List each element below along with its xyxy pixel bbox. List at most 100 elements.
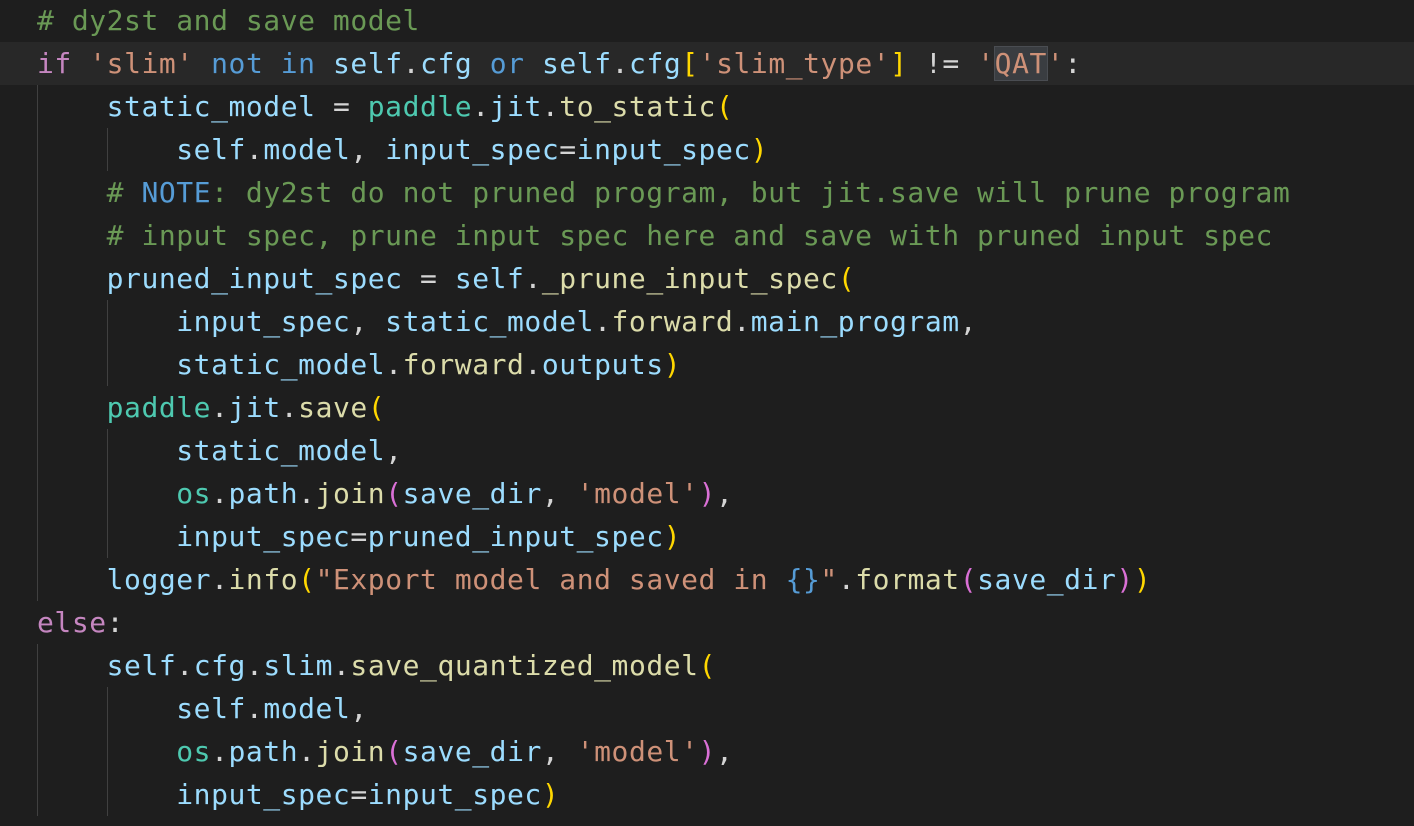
code-line[interactable]: if 'slim' not in self.cfg or self.cfg['s… — [0, 42, 1414, 85]
code-token: self — [176, 133, 246, 166]
code-line[interactable]: os.path.join(save_dir, 'model'), — [0, 730, 1414, 773]
code-token: # dy2st and save model — [37, 4, 420, 37]
code-token: ( — [715, 90, 734, 123]
code-token: join — [315, 477, 386, 510]
code-token: save — [298, 391, 368, 424]
code-token: = — [402, 262, 455, 295]
code-token: , — [541, 477, 577, 510]
code-line[interactable]: pruned_input_spec = self._prune_input_sp… — [0, 257, 1414, 300]
code-line[interactable]: # dy2st and save model — [0, 0, 1414, 42]
code-token: . — [524, 262, 542, 295]
code-token: to_static — [559, 90, 716, 123]
code-line[interactable]: static_model.forward.outputs) — [0, 343, 1414, 386]
code-token: ( — [959, 563, 978, 596]
code-token: static_model — [176, 434, 386, 467]
code-token: if — [37, 47, 72, 80]
code-token: , — [716, 477, 734, 510]
code-token: [ — [681, 47, 699, 80]
code-token: ( — [385, 735, 403, 768]
code-line[interactable]: # NOTE: dy2st do not pruned program, but… — [0, 171, 1414, 214]
code-token: ] — [890, 47, 908, 80]
code-token: {} — [785, 563, 821, 596]
code-token: != — [907, 47, 978, 80]
code-token: self — [541, 47, 612, 80]
code-token: pruned_input_spec — [367, 520, 664, 553]
code-token: = — [350, 520, 368, 553]
code-line[interactable]: else: — [0, 601, 1414, 644]
code-token: . — [385, 348, 403, 381]
code-token: . — [245, 692, 264, 725]
code-line[interactable]: input_spec=pruned_input_spec) — [0, 515, 1414, 558]
code-line[interactable]: # input spec, prune input spec here and … — [0, 214, 1414, 257]
code-token: ) — [1116, 563, 1134, 596]
code-token: static_model — [385, 305, 595, 338]
code-line[interactable]: self.model, input_spec=input_spec) — [0, 128, 1414, 171]
code-token: slim — [263, 649, 333, 682]
code-token: cfg — [193, 649, 246, 682]
code-token: model — [263, 692, 351, 725]
code-token: ' — [1046, 47, 1065, 80]
code-token: ' — [977, 47, 995, 80]
code-token: ) — [750, 133, 769, 166]
code-line[interactable]: static_model, — [0, 429, 1414, 472]
code-token: # — [106, 176, 142, 209]
code-token: . — [594, 305, 612, 338]
code-token: main_program — [750, 305, 960, 338]
code-token: or — [489, 47, 525, 80]
code-token: . — [524, 348, 542, 381]
code-token: cfg — [629, 47, 682, 80]
code-token: . — [472, 90, 490, 123]
code-token: " — [820, 563, 838, 596]
code-line[interactable]: self.model, — [0, 687, 1414, 730]
code-token: NOTE — [141, 176, 212, 209]
code-token: = — [315, 90, 368, 123]
code-token: self — [176, 692, 246, 725]
code-token: . — [211, 735, 229, 768]
code-editor[interactable]: # dy2st and save model if ' slim ' not in s… — [0, 0, 1414, 826]
code-token: , — [350, 692, 368, 725]
code-line[interactable]: os.path.join(save_dir, 'model'), — [0, 472, 1414, 515]
code-line[interactable]: static_model = paddle.jit.to_static( — [0, 85, 1414, 128]
code-token: ( — [367, 391, 386, 424]
code-line[interactable]: self.cfg.slim.save_quantized_model( — [0, 644, 1414, 687]
code-line[interactable]: input_spec=input_spec) — [0, 773, 1414, 816]
code-line[interactable]: paddle.jit.save( — [0, 386, 1414, 429]
code-line[interactable]: logger.info("Export model and saved in {… — [0, 558, 1414, 601]
code-token: save_quantized_model — [350, 649, 699, 682]
code-token: : — [1064, 47, 1082, 80]
code-token: paddle — [106, 391, 212, 424]
code-line[interactable]: input_spec, static_model.forward.main_pr… — [0, 300, 1414, 343]
code-token: jit — [489, 90, 542, 123]
code-token: . — [245, 133, 264, 166]
code-token: save_dir — [977, 563, 1117, 596]
code-token: model — [263, 133, 351, 166]
code-token: , — [541, 735, 577, 768]
code-token: ( — [385, 477, 403, 510]
code-token: . — [298, 735, 316, 768]
code-token: "Export model and saved in — [315, 563, 786, 596]
code-token: ) — [698, 735, 717, 768]
code-token: ) — [1133, 563, 1152, 596]
code-token: _prune_input_spec — [541, 262, 838, 295]
code-token: input_spec — [176, 305, 351, 338]
code-token: # input spec, prune input spec here and … — [106, 219, 1273, 252]
code-token: self — [106, 649, 177, 682]
code-token: input_spec — [576, 133, 751, 166]
code-token: , — [385, 434, 403, 467]
code-token: not in — [211, 47, 316, 80]
code-token: join — [315, 735, 386, 768]
code-token: jit — [228, 391, 281, 424]
